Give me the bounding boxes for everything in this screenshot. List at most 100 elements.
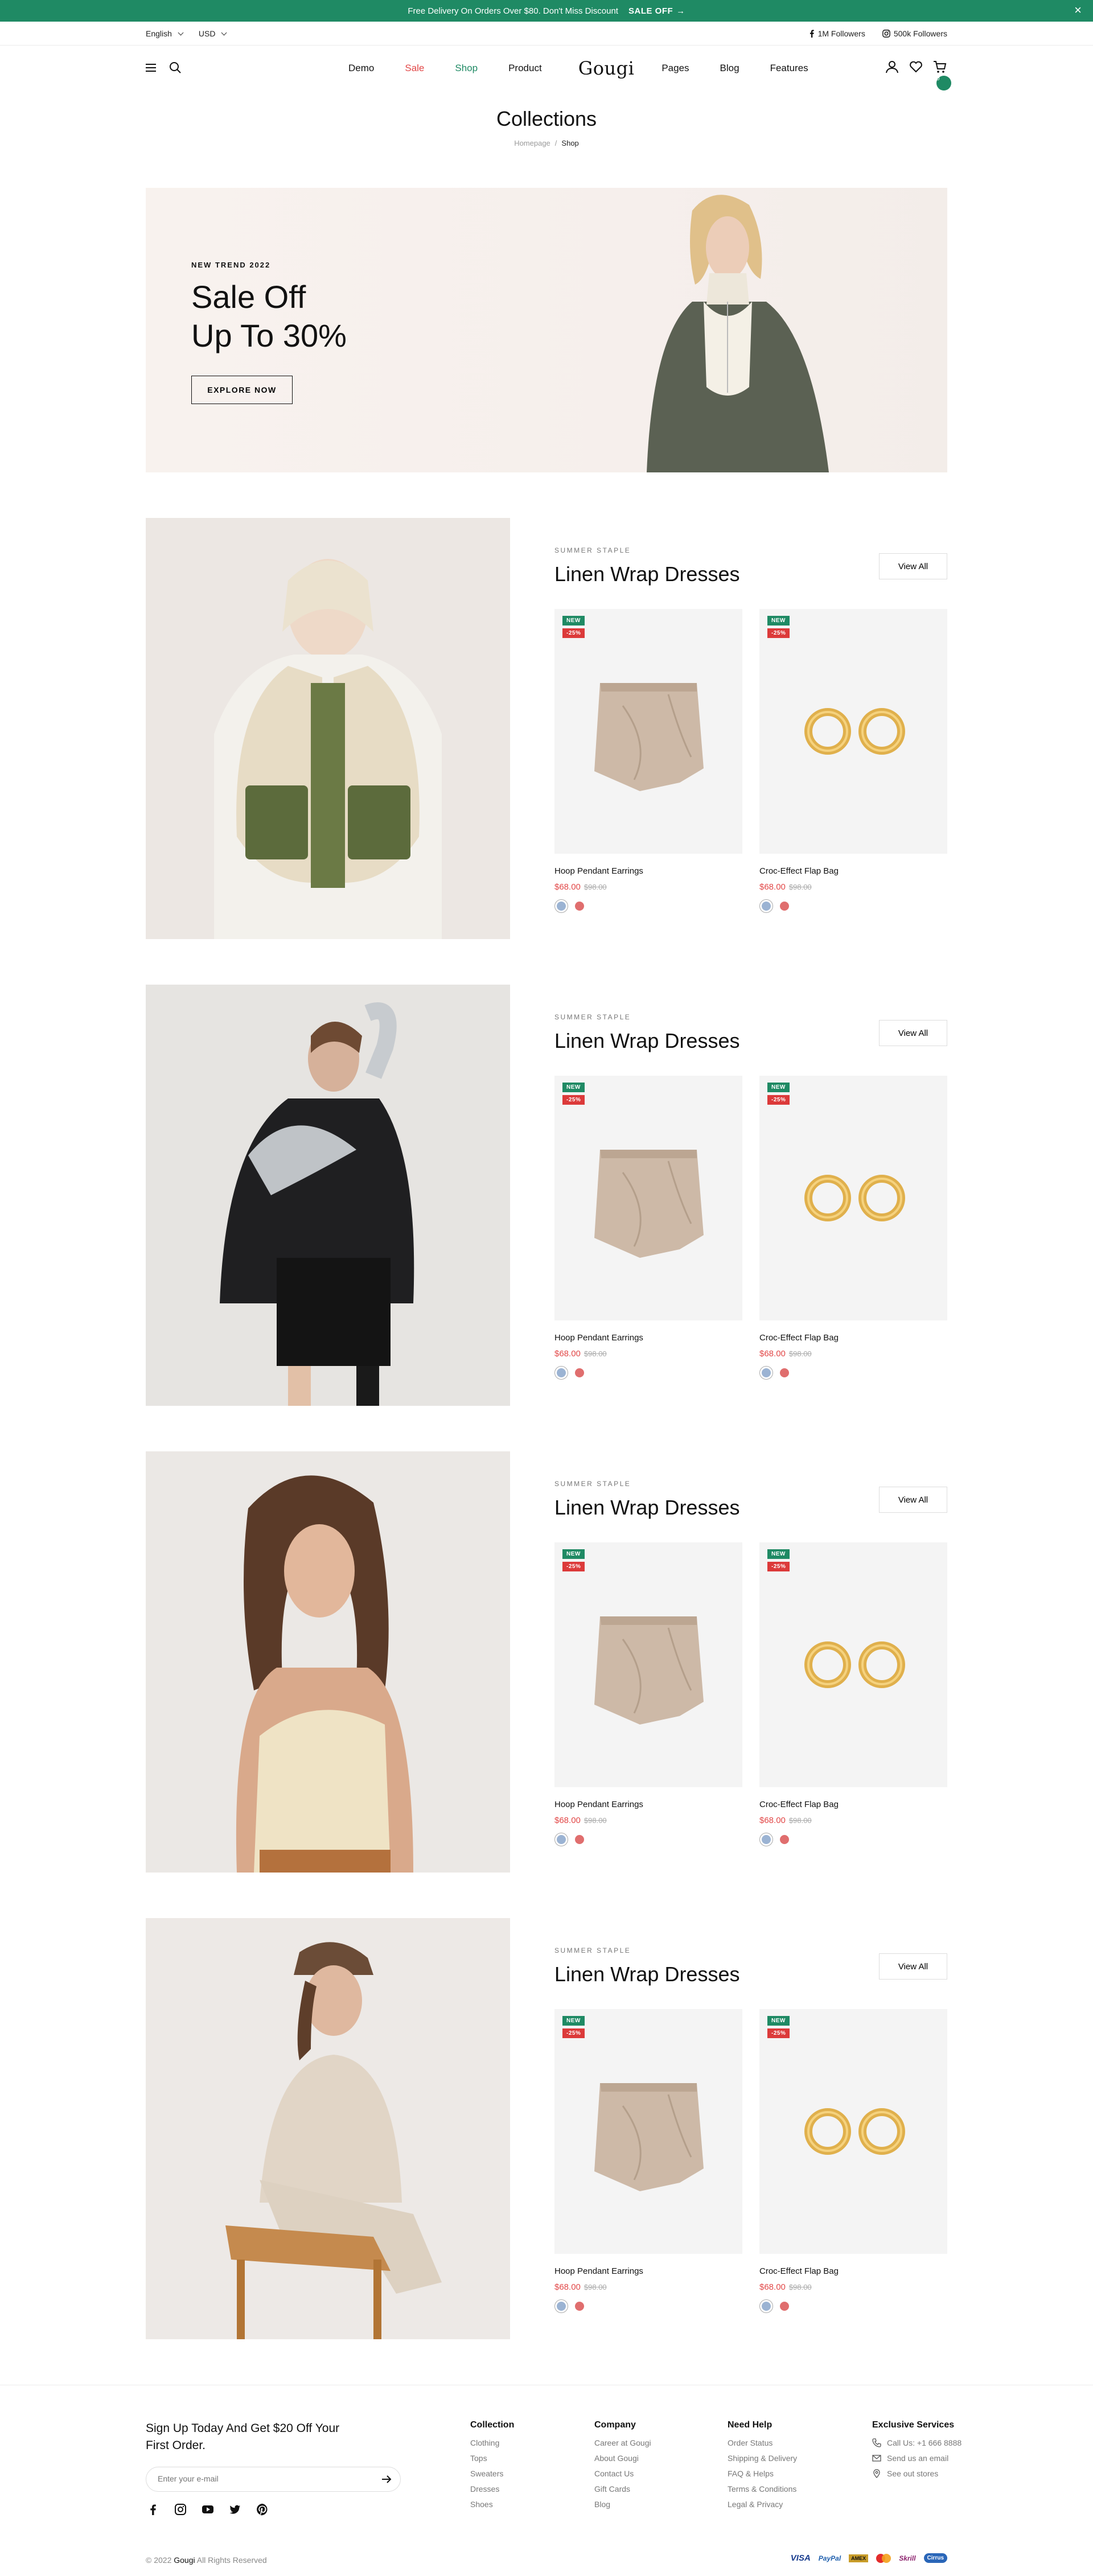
footer-email-link[interactable]: Send us an email xyxy=(872,2454,961,2463)
color-swatch-red[interactable] xyxy=(573,2299,586,2313)
color-swatch-blue[interactable] xyxy=(759,1833,773,1846)
color-swatch-red[interactable] xyxy=(573,1833,586,1846)
footer-link[interactable]: Legal & Privacy xyxy=(728,2500,797,2509)
language-selector[interactable]: English xyxy=(146,29,184,38)
search-icon[interactable] xyxy=(169,61,182,75)
footer-link[interactable]: Order Status xyxy=(728,2438,797,2447)
product-image[interactable]: NEW -25% xyxy=(759,609,947,854)
nav-features[interactable]: Features xyxy=(770,63,808,74)
collection-section: SUMMER STAPLE Linen Wrap Dresses View Al… xyxy=(146,1918,947,2339)
product-card[interactable]: NEW -25% Croc-Effect Flap Bag $68.00 $98.… xyxy=(759,609,947,913)
color-swatch-red[interactable] xyxy=(778,1366,791,1380)
hamburger-menu-icon[interactable] xyxy=(146,64,156,72)
product-card[interactable]: NEW -25% Croc-Effect Flap Bag $68.00 $98.… xyxy=(759,2009,947,2313)
color-swatch-blue[interactable] xyxy=(759,899,773,913)
product-name[interactable]: Hoop Pendant Earrings xyxy=(554,2266,643,2276)
product-name[interactable]: Croc-Effect Flap Bag xyxy=(759,866,839,876)
view-all-button[interactable]: View All xyxy=(879,1953,947,1980)
account-icon[interactable] xyxy=(885,59,899,74)
color-swatch-blue[interactable] xyxy=(554,2299,568,2313)
section-title: Linen Wrap Dresses xyxy=(554,562,740,586)
instagram-followers-link[interactable]: 500k Followers xyxy=(882,29,947,38)
youtube-icon[interactable] xyxy=(200,2502,215,2517)
cart-icon[interactable]: 0 xyxy=(932,59,951,90)
nav-blog[interactable]: Blog xyxy=(720,63,739,74)
currency-selector[interactable]: USD xyxy=(199,29,227,38)
twitter-icon[interactable] xyxy=(228,2502,243,2517)
footer-stores-link[interactable]: See out stores xyxy=(872,2469,961,2478)
nav-product[interactable]: Product xyxy=(508,63,542,74)
sale-off-link[interactable]: SALE OFF → xyxy=(628,6,685,16)
product-name[interactable]: Croc-Effect Flap Bag xyxy=(759,2266,839,2276)
footer-link[interactable]: Contact Us xyxy=(594,2469,651,2478)
color-swatch-blue[interactable] xyxy=(759,2299,773,2313)
wishlist-heart-icon[interactable] xyxy=(909,59,923,74)
product-card[interactable]: NEW -25% Hoop Pendant Earrings $68.00 $98… xyxy=(554,609,742,913)
footer-link[interactable]: Shipping & Delivery xyxy=(728,2454,797,2463)
footer-link[interactable]: Shoes xyxy=(470,2500,514,2509)
footer-link[interactable]: Tops xyxy=(470,2454,514,2463)
nav-pages[interactable]: Pages xyxy=(661,63,689,74)
pinterest-icon[interactable] xyxy=(255,2502,270,2517)
email-input[interactable] xyxy=(158,2474,363,2483)
color-swatch-blue[interactable] xyxy=(554,899,568,913)
collection-section: SUMMER STAPLE Linen Wrap Dresses View Al… xyxy=(146,985,947,1406)
footer-link[interactable]: Clothing xyxy=(470,2438,514,2447)
product-name[interactable]: Hoop Pendant Earrings xyxy=(554,1333,643,1343)
discount-badge: -25% xyxy=(767,628,790,638)
announcement-bar: Free Delivery On Orders Over $80. Don't … xyxy=(0,0,1093,22)
breadcrumb-home[interactable]: Homepage xyxy=(514,139,550,147)
product-name[interactable]: Croc-Effect Flap Bag xyxy=(759,1800,839,1809)
footer-link[interactable]: Sweaters xyxy=(470,2469,514,2478)
footer-link[interactable]: Dresses xyxy=(470,2484,514,2493)
product-card[interactable]: NEW -25% Hoop Pendant Earrings $68.00 $98… xyxy=(554,1542,742,1846)
product-price: $68.00 $98.00 xyxy=(554,2282,607,2292)
nav-shop[interactable]: Shop xyxy=(455,63,478,74)
color-swatch-blue[interactable] xyxy=(554,1366,568,1380)
instagram-icon[interactable] xyxy=(173,2502,188,2517)
footer-link[interactable]: Terms & Conditions xyxy=(728,2484,797,2493)
copyright-brand[interactable]: Gougi xyxy=(174,2556,195,2565)
close-icon[interactable]: × xyxy=(1074,4,1082,17)
facebook-icon[interactable] xyxy=(146,2502,161,2517)
nav-demo[interactable]: Demo xyxy=(348,63,374,74)
view-all-button[interactable]: View All xyxy=(879,553,947,579)
color-swatch-red[interactable] xyxy=(778,899,791,913)
footer-link[interactable]: FAQ & Helps xyxy=(728,2469,797,2478)
product-card[interactable]: NEW -25% Croc-Effect Flap Bag $68.00 $98.… xyxy=(759,1542,947,1846)
view-all-button[interactable]: View All xyxy=(879,1487,947,1513)
color-swatch-blue[interactable] xyxy=(759,1366,773,1380)
explore-now-button[interactable]: EXPLORE NOW xyxy=(191,376,293,404)
product-price: $68.00 $98.00 xyxy=(554,1349,607,1359)
color-swatch-blue[interactable] xyxy=(554,1833,568,1846)
color-swatch-red[interactable] xyxy=(573,1366,586,1380)
logo[interactable]: Gougi xyxy=(578,57,635,79)
product-image[interactable]: NEW -25% xyxy=(554,2009,742,2254)
color-swatch-red[interactable] xyxy=(573,899,586,913)
product-name[interactable]: Croc-Effect Flap Bag xyxy=(759,1333,839,1343)
product-card[interactable]: NEW -25% Croc-Effect Flap Bag $68.00 $98.… xyxy=(759,1076,947,1380)
color-swatch-red[interactable] xyxy=(778,2299,791,2313)
product-image[interactable]: NEW -25% xyxy=(554,1076,742,1320)
footer-phone-link[interactable]: Call Us: +1 666 8888 xyxy=(872,2438,961,2447)
product-image[interactable]: NEW -25% xyxy=(759,1542,947,1787)
footer-link[interactable]: Blog xyxy=(594,2500,651,2509)
nav-sale[interactable]: Sale xyxy=(405,63,424,74)
footer-link[interactable]: Career at Gougi xyxy=(594,2438,651,2447)
product-image[interactable]: NEW -25% xyxy=(554,1542,742,1787)
product-card[interactable]: NEW -25% Hoop Pendant Earrings $68.00 $98… xyxy=(554,2009,742,2313)
sale-price: $68.00 xyxy=(759,1816,786,1825)
product-card[interactable]: NEW -25% Hoop Pendant Earrings $68.00 $98… xyxy=(554,1076,742,1380)
view-all-button[interactable]: View All xyxy=(879,1020,947,1046)
product-name[interactable]: Hoop Pendant Earrings xyxy=(554,866,643,876)
arrow-right-icon[interactable] xyxy=(381,2474,392,2485)
footer-company-column: Company Career at Gougi About Gougi Cont… xyxy=(594,2420,651,2515)
footer-link[interactable]: About Gougi xyxy=(594,2454,651,2463)
product-image[interactable]: NEW -25% xyxy=(554,609,742,854)
product-image[interactable]: NEW -25% xyxy=(759,2009,947,2254)
product-image[interactable]: NEW -25% xyxy=(759,1076,947,1320)
product-name[interactable]: Hoop Pendant Earrings xyxy=(554,1800,643,1809)
color-swatch-red[interactable] xyxy=(778,1833,791,1846)
footer-link[interactable]: Gift Cards xyxy=(594,2484,651,2493)
facebook-followers-link[interactable]: 1M Followers xyxy=(809,29,865,38)
